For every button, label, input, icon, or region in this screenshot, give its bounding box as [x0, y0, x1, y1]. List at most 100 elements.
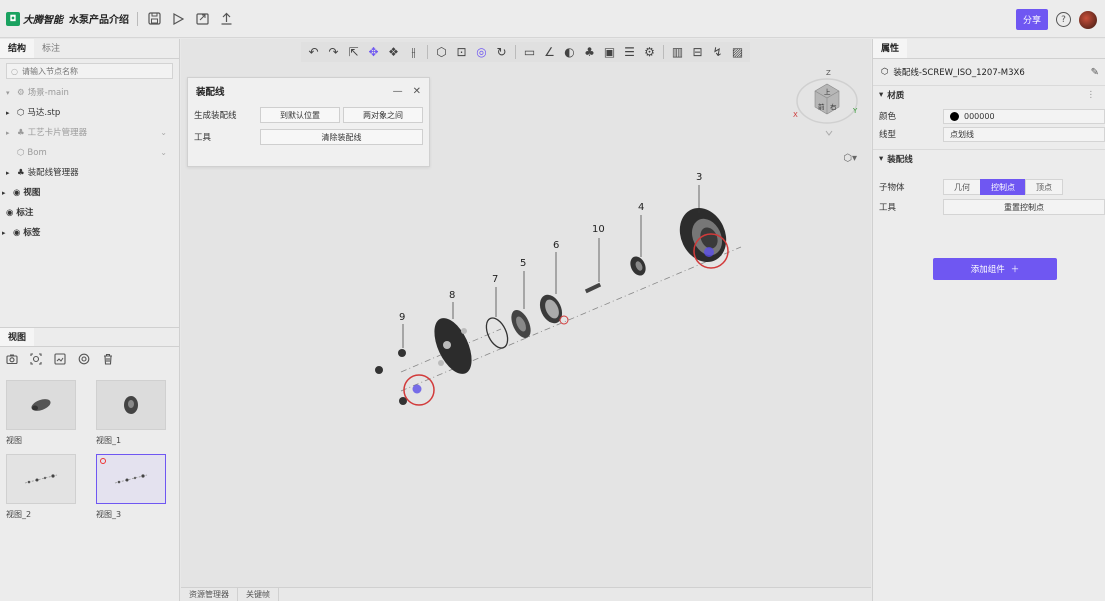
tree-item-views[interactable]: ▸ ◉ 视图 [0, 183, 179, 203]
view-card[interactable]: 视图_1 [96, 380, 166, 446]
caret-icon[interactable]: ▸ [2, 223, 10, 243]
view-label: 视图_3 [96, 510, 122, 519]
target-icon[interactable] [78, 353, 90, 368]
close-icon[interactable]: ✕ [413, 86, 421, 97]
tab-properties[interactable]: 属性 [873, 39, 908, 58]
add-component-button[interactable]: 添加组件 ＋ [933, 258, 1057, 280]
face-front-label: 前 [818, 102, 825, 111]
part-8[interactable] [427, 312, 480, 379]
section-icon[interactable]: ◐ [561, 44, 578, 61]
callout-label: 10 [592, 224, 605, 235]
app-logo: ◘ 大腾智能 [6, 11, 63, 26]
upload-icon[interactable] [218, 11, 234, 27]
between-objects-button[interactable]: 两对象之间 [343, 107, 423, 123]
assembly-icon: ♣ [17, 168, 25, 178]
tab-annotation[interactable]: 标注 [34, 39, 68, 58]
node-search[interactable]: ○ [6, 63, 173, 79]
part-3[interactable] [671, 200, 735, 269]
focus-icon[interactable] [30, 353, 42, 368]
minimize-icon[interactable]: — [393, 86, 403, 97]
trash-icon[interactable] [102, 353, 114, 368]
tab-resource-manager[interactable]: 资源管理器 [181, 588, 238, 601]
tab-views[interactable]: 视图 [0, 328, 35, 346]
default-position-button[interactable]: 到默认位置 [260, 107, 340, 123]
save-icon[interactable] [146, 11, 162, 27]
list-icon[interactable]: ☰ [621, 44, 638, 61]
structure-icon[interactable]: ♣ [581, 44, 598, 61]
clear-assembly-line-button[interactable]: 清除装配线 [260, 129, 423, 145]
help-icon[interactable]: ? [1056, 12, 1071, 27]
linetype-select[interactable]: 点划线 [943, 126, 1105, 142]
reset-control-points-button[interactable]: 重置控制点 [943, 199, 1105, 215]
caret-icon[interactable]: ▸ [6, 103, 14, 123]
tab-structure[interactable]: 结构 [0, 39, 35, 58]
option-vertex[interactable]: 顶点 [1025, 179, 1063, 195]
view-thumbnail[interactable] [6, 454, 76, 504]
view-thumbnail[interactable] [96, 380, 166, 430]
more-icon[interactable]: ⋮ [1087, 90, 1096, 100]
tree-item-bom[interactable]: ⬡ Bom ⌄ [0, 143, 179, 163]
select-icon[interactable]: ⇱ [345, 44, 362, 61]
explode-icon[interactable]: ❖ [385, 44, 402, 61]
tree-item-label: 标签 [23, 228, 41, 238]
tree-item-motor[interactable]: ▸ ⬡ 马达.stp [0, 103, 179, 123]
book-icon[interactable]: ▥ [669, 44, 686, 61]
part-6[interactable] [536, 291, 569, 327]
view-card[interactable]: 视图_3 [96, 454, 166, 520]
part-4[interactable] [627, 254, 648, 278]
view-mode-icon[interactable]: ⬡▾ [843, 153, 857, 164]
callout-label: 5 [520, 258, 527, 269]
tree-item-assembly-line-manager[interactable]: ▸ ♣ 装配线管理器 [0, 163, 179, 183]
view-thumbnail-selected[interactable] [96, 454, 166, 504]
caret-icon[interactable]: ▸ [6, 123, 14, 143]
option-geometry[interactable]: 几何 [943, 179, 981, 195]
frame-icon[interactable]: ▣ [601, 44, 618, 61]
cube-icon[interactable]: ⬡ [433, 44, 450, 61]
collapse-icon[interactable]: ⌄ [160, 143, 167, 163]
part-5[interactable] [507, 307, 534, 341]
section-material[interactable]: ▾ 材质 ⋮ [873, 85, 1105, 103]
tab-keyframes[interactable]: 关键帧 [238, 588, 279, 601]
caret-icon[interactable]: ▸ [6, 163, 14, 183]
undo-icon[interactable]: ↶ [305, 44, 322, 61]
axis-icon[interactable]: ↯ [709, 44, 726, 61]
view-focus-icon[interactable]: ◎ [473, 44, 490, 61]
view-cube[interactable]: Z X Y 前 右 上 [791, 63, 861, 153]
edit-icon[interactable]: ✎ [1091, 67, 1099, 78]
tree-item-label: 工艺卡片管理器 [27, 128, 88, 138]
picture-icon[interactable] [54, 353, 66, 368]
split-icon[interactable]: ⫲ [405, 44, 422, 61]
export-icon[interactable] [194, 11, 210, 27]
tree-item-process-card[interactable]: ▸ ♣ 工艺卡片管理器 ⌄ [0, 123, 179, 143]
avatar[interactable] [1079, 10, 1097, 29]
play-icon[interactable] [170, 11, 186, 27]
option-control-point[interactable]: 控制点 [980, 179, 1026, 195]
color-field[interactable]: 000000 [943, 108, 1105, 124]
camera-icon[interactable] [6, 353, 18, 368]
move-icon[interactable]: ✥ [365, 44, 382, 61]
caret-icon[interactable]: ▸ [2, 183, 10, 203]
tree-item-annotations[interactable]: ◉ 标注 [0, 203, 179, 223]
view-thumbnail[interactable] [6, 380, 76, 430]
collapse-icon[interactable]: ⌄ [160, 123, 167, 143]
part-7[interactable] [482, 315, 512, 352]
share-button[interactable]: 分享 [1015, 9, 1048, 30]
search-input[interactable] [21, 66, 162, 76]
part-9[interactable] [375, 349, 435, 406]
measure-icon[interactable]: ∠ [541, 44, 558, 61]
redo-icon[interactable]: ↷ [325, 44, 342, 61]
fit-icon[interactable]: ⊡ [453, 44, 470, 61]
hierarchy-icon[interactable]: ⊟ [689, 44, 706, 61]
caret-icon[interactable]: ▾ [6, 83, 14, 103]
image-icon[interactable]: ▨ [729, 44, 746, 61]
section-assembly-line[interactable]: ▾ 装配线 [873, 149, 1105, 167]
settings-icon[interactable]: ⚙ [641, 44, 658, 61]
tree-item-labels[interactable]: ▸ ◉ 标签 [0, 223, 179, 243]
rotate-icon[interactable]: ↻ [493, 44, 510, 61]
3d-viewport[interactable]: 3 4 10 6 5 7 8 9 ↶ ↷ ⇱ ✥ ❖ ⫲ ⬡ ⊡ ◎ ↻ ▭ ∠… [181, 39, 871, 601]
tree-item-scene[interactable]: ▾ ⚙ 场景-main [0, 83, 179, 103]
comment-icon[interactable]: ▭ [521, 44, 538, 61]
view-card[interactable]: 视图 [6, 380, 76, 446]
part-10[interactable] [584, 282, 602, 294]
view-card[interactable]: 视图_2 [6, 454, 76, 520]
